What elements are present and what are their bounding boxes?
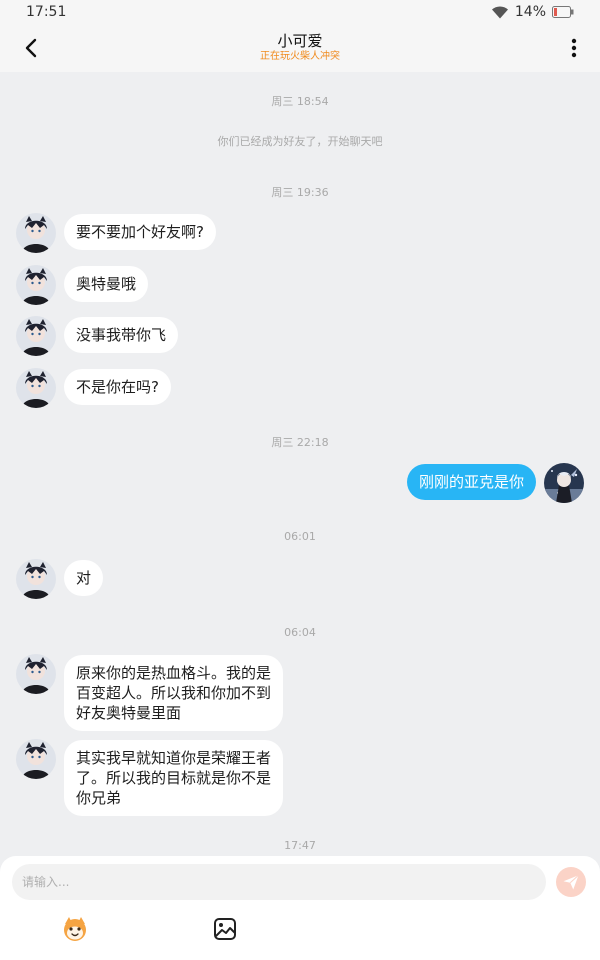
- status-time: 17:51: [26, 4, 67, 20]
- my-message-bubble[interactable]: 刚刚的亚克是你: [406, 464, 536, 500]
- friend-avatar-image: [16, 213, 56, 253]
- friend-avatar[interactable]: [16, 739, 56, 779]
- friend-avatar[interactable]: [16, 654, 56, 694]
- more-vertical-icon[interactable]: [562, 36, 586, 60]
- my-avatar-image: [544, 463, 584, 503]
- my-avatar[interactable]: [544, 463, 584, 503]
- friend-avatar[interactable]: [16, 213, 56, 253]
- friend-avatar-image: [16, 316, 56, 356]
- timestamp: 周三 22:18: [271, 436, 329, 449]
- friend-avatar[interactable]: [16, 316, 56, 356]
- timestamp: 17:47: [284, 839, 316, 852]
- timestamp: 06:04: [284, 626, 316, 639]
- status-indicators: 14%: [491, 4, 574, 20]
- friend-message-bubble[interactable]: 没事我带你飞: [64, 317, 179, 353]
- send-button[interactable]: [556, 867, 586, 897]
- friend-avatar[interactable]: [16, 368, 56, 408]
- input-panel: [0, 856, 600, 960]
- friend-avatar-image: [16, 368, 56, 408]
- header-title-block: 小可爱 正在玩火柴人冲突: [150, 31, 450, 63]
- battery-percent: 14%: [514, 4, 546, 20]
- emoji-mascot-icon[interactable]: [60, 914, 90, 944]
- contact-name: 小可爱: [277, 32, 323, 50]
- friend-message-bubble[interactable]: 奥特曼哦: [64, 266, 149, 302]
- timestamp: 周三 18:54: [271, 95, 329, 108]
- contact-status: 正在玩火柴人冲突: [260, 51, 340, 62]
- timestamp: 06:01: [284, 530, 316, 543]
- image-icon[interactable]: [210, 914, 240, 944]
- battery-icon: [552, 6, 574, 18]
- friend-message-bubble[interactable]: 不是你在吗?: [64, 369, 171, 405]
- friend-avatar-image: [16, 265, 56, 305]
- friend-message-bubble[interactable]: 要不要加个好友啊?: [64, 214, 216, 250]
- timestamp: 周三 19:36: [271, 186, 329, 199]
- send-icon: [563, 874, 579, 890]
- friend-avatar[interactable]: [16, 265, 56, 305]
- friend-avatar-image: [16, 739, 56, 779]
- chevron-left-icon[interactable]: [20, 36, 44, 60]
- friend-avatar[interactable]: [16, 559, 56, 599]
- message-input[interactable]: [12, 864, 546, 900]
- friend-message-bubble[interactable]: 其实我早就知道你是荣耀王者 了。所以我的目标就是你不是 你兄弟: [64, 740, 284, 816]
- system-message: 你们已经成为好友了，开始聊天吧: [217, 135, 383, 148]
- friend-message-bubble[interactable]: 对: [64, 560, 104, 596]
- chat-message-list[interactable]: 周三 18:54 你们已经成为好友了，开始聊天吧 周三 19:36 要不要加个好…: [0, 72, 600, 856]
- friend-avatar-image: [16, 559, 56, 599]
- wifi-icon: [491, 6, 508, 19]
- status-bar: 17:51 14%: [0, 0, 600, 24]
- chat-header: 小可爱 正在玩火柴人冲突: [0, 24, 600, 72]
- friend-avatar-image: [16, 654, 56, 694]
- friend-message-bubble[interactable]: 原来你的是热血格斗。我的是 百变超人。所以我和你加不到 好友奥特曼里面: [64, 655, 284, 731]
